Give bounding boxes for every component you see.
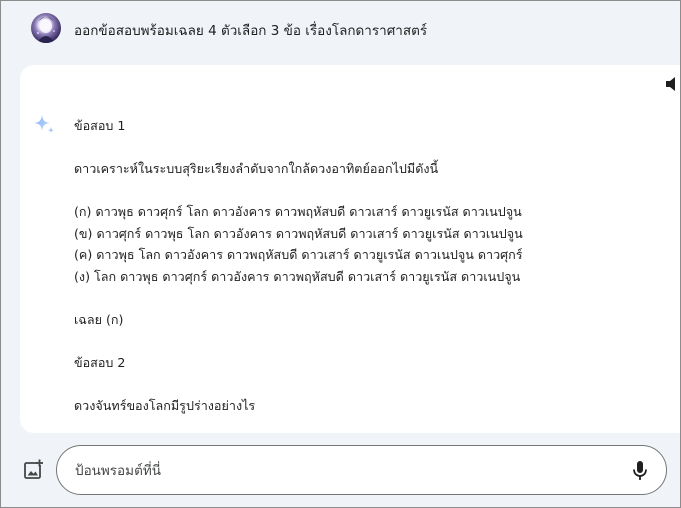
prompt-input[interactable] (73, 458, 617, 484)
question-2-heading: ข้อสอบ 2 (74, 354, 126, 370)
response-text: ข้อสอบ 1 ดาวเคราะห์ในระบบสุริยะเรียงลำดั… (74, 115, 664, 416)
user-prompt-row: ออกข้อสอบพร้อมเฉลย 4 ตัวเลือก 3 ข้อ เรื่… (1, 1, 680, 59)
scroll-fade (20, 419, 680, 433)
question-1-text: ดาวเคราะห์ในระบบสุริยะเรียงลำดับจากใกล้ด… (74, 161, 439, 176)
user-avatar[interactable] (31, 13, 61, 43)
gemini-sparkle-icon (34, 115, 55, 134)
option-b: (ข) ดาวศุกร์ ดาวพุธ โลก ดาวอังคาร ดาวพฤห… (74, 225, 523, 241)
option-a: (ก) ดาวพุธ ดาวศุกร์ โลก ดาวอังคาร ดาวพฤห… (74, 204, 522, 219)
app-window: ออกข้อสอบพร้อมเฉลย 4 ตัวเลือก 3 ข้อ เรื่… (0, 0, 681, 508)
question-1-answer: เฉลย (ก) (74, 311, 124, 327)
question-2-text: ดวงจันทร์ของโลกมีรูปร่างอย่างไร (74, 397, 256, 413)
option-d: (ง) โลก ดาวพุธ ดาวศุกร์ ดาวอังคาร ดาวพฤห… (74, 268, 521, 284)
response-card: ข้อสอบ 1 ดาวเคราะห์ในระบบสุริยะเรียงลำดั… (20, 65, 680, 433)
option-c: (ค) ดาวพุธ โลก ดาวอังคาร ดาวพฤหัสบดี ดาว… (74, 247, 523, 262)
speaker-icon[interactable] (664, 75, 680, 93)
prompt-input-box[interactable] (56, 445, 667, 495)
microphone-icon[interactable] (630, 460, 650, 482)
question-1-heading: ข้อสอบ 1 (74, 118, 126, 133)
add-image-icon[interactable] (23, 459, 45, 481)
user-prompt-text: ออกข้อสอบพร้อมเฉลย 4 ตัวเลือก 3 ข้อ เรื่… (74, 23, 428, 39)
